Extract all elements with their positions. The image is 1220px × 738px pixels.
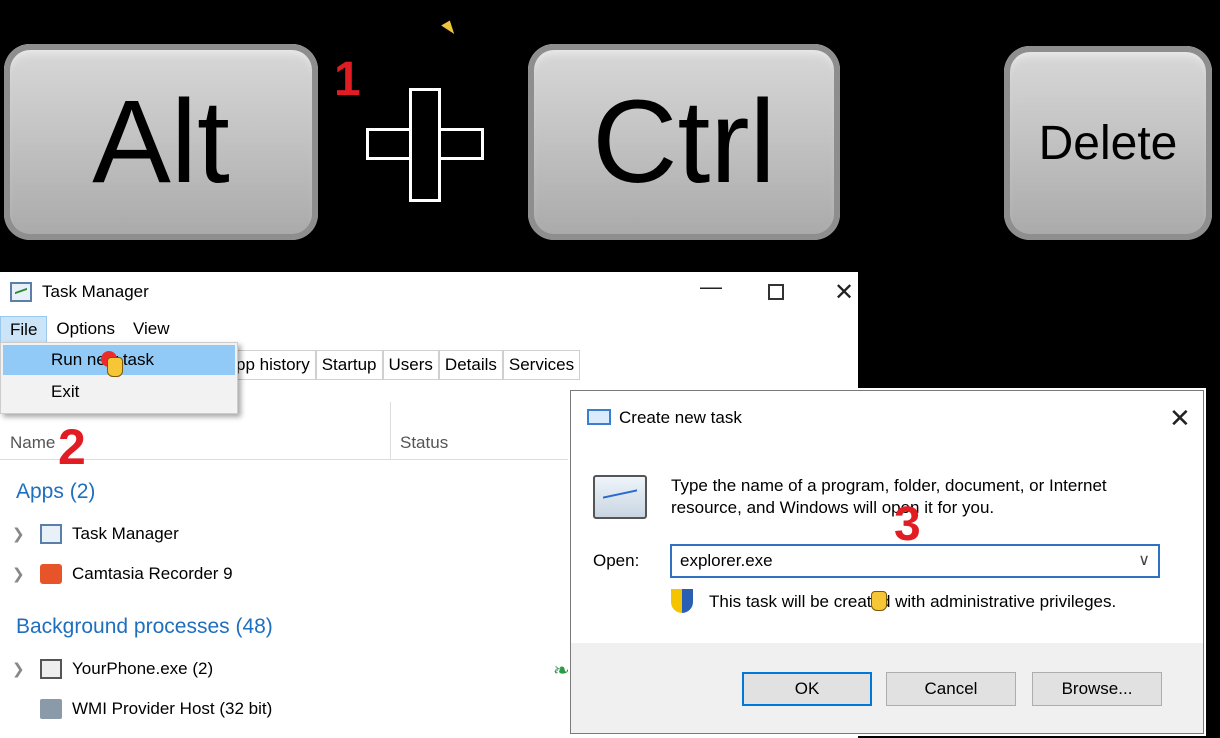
process-row[interactable]: ❯ YourPhone.exe (2) (12, 659, 213, 679)
chevron-down-icon[interactable]: ∨ (1138, 546, 1150, 576)
task-manager-icon (40, 524, 62, 544)
process-name: Task Manager (72, 524, 179, 543)
title-bar: Task Manager (10, 282, 149, 302)
process-row[interactable]: ❯ Camtasia Recorder 9 (12, 564, 233, 584)
process-name: YourPhone.exe (2) (72, 659, 214, 678)
hand-cursor-icon (107, 357, 123, 377)
menu-file[interactable]: File (0, 316, 48, 344)
efficiency-leaf-icon: ❧ (553, 660, 570, 682)
dialog-title-bar: Create new task ✕ (571, 391, 1203, 447)
task-manager-icon (10, 282, 32, 302)
chevron-right-icon[interactable]: ❯ (12, 660, 30, 678)
delete-key-label: Delete (1038, 116, 1178, 170)
tab-services[interactable]: Services (502, 350, 581, 379)
delete-key: Delete (1004, 46, 1212, 240)
column-divider[interactable] (390, 402, 391, 460)
admin-privileges-note: This task will be created with administr… (709, 592, 1117, 611)
menu-view[interactable]: View (124, 316, 179, 344)
ctrl-key-label: Ctrl (592, 76, 776, 208)
cancel-button[interactable]: Cancel (886, 672, 1016, 706)
wmi-icon (40, 699, 62, 719)
step-number-2: 2 (58, 419, 86, 475)
tab-bar: pp history Startup Users Details Service… (230, 350, 581, 380)
apps-group-header: Apps (2) (16, 480, 96, 503)
process-name: Camtasia Recorder 9 (72, 564, 233, 583)
menu-bar: File Options View (0, 316, 179, 344)
column-name[interactable]: Name (10, 433, 55, 453)
step-number-1: 1 (334, 53, 361, 106)
plus-icon-center (412, 131, 432, 151)
process-row[interactable]: WMI Provider Host (32 bit) (12, 699, 272, 719)
minimize-icon[interactable]: — (700, 274, 722, 300)
ok-button[interactable]: OK (742, 672, 872, 706)
window-title: Task Manager (42, 282, 149, 301)
create-new-task-dialog: Create new task ✕ Type the name of a pro… (570, 390, 1204, 734)
computer-icon (593, 475, 647, 519)
step-number-3: 3 (894, 498, 921, 551)
ctrl-key: Ctrl (528, 44, 840, 240)
open-label: Open: (593, 551, 640, 570)
chevron-right-icon[interactable]: ❯ (12, 525, 30, 543)
tab-details[interactable]: Details (438, 350, 503, 379)
open-input-value[interactable]: explorer.exe (680, 551, 773, 570)
menu-options[interactable]: Options (47, 316, 124, 344)
dialog-description: Type the name of a program, folder, docu… (671, 476, 1107, 517)
hand-cursor-icon (871, 591, 887, 611)
background-group-header: Background processes (48) (16, 615, 273, 638)
mouse-cursor-icon (441, 20, 457, 38)
process-name: WMI Provider Host (32 bit) (72, 699, 273, 718)
camtasia-icon (40, 564, 62, 584)
process-row[interactable]: ❯ Task Manager (12, 524, 179, 544)
tab-users[interactable]: Users (382, 350, 439, 379)
run-icon (587, 409, 611, 425)
alt-key: Alt (4, 44, 318, 240)
app-window-icon (40, 659, 62, 679)
dialog-title: Create new task (619, 408, 742, 427)
browse-button[interactable]: Browse... (1032, 672, 1162, 706)
column-status[interactable]: Status (400, 433, 448, 453)
chevron-right-icon[interactable]: ❯ (12, 565, 30, 583)
maximize-icon[interactable] (768, 284, 784, 300)
dialog-body: Type the name of a program, folder, docu… (571, 447, 1203, 643)
tab-startup[interactable]: Startup (315, 350, 383, 379)
uac-shield-icon (671, 589, 693, 613)
menu-item-exit[interactable]: Exit (3, 377, 235, 407)
file-menu-dropdown: Run new task Exit (0, 342, 238, 414)
close-icon[interactable]: ✕ (834, 278, 854, 307)
keyboard-shortcut-strip: Alt 1 Ctrl Delete (0, 0, 1220, 272)
close-icon[interactable]: ✕ (1169, 403, 1191, 434)
tab-app-history[interactable]: pp history (230, 350, 316, 379)
alt-key-label: Alt (92, 76, 230, 208)
